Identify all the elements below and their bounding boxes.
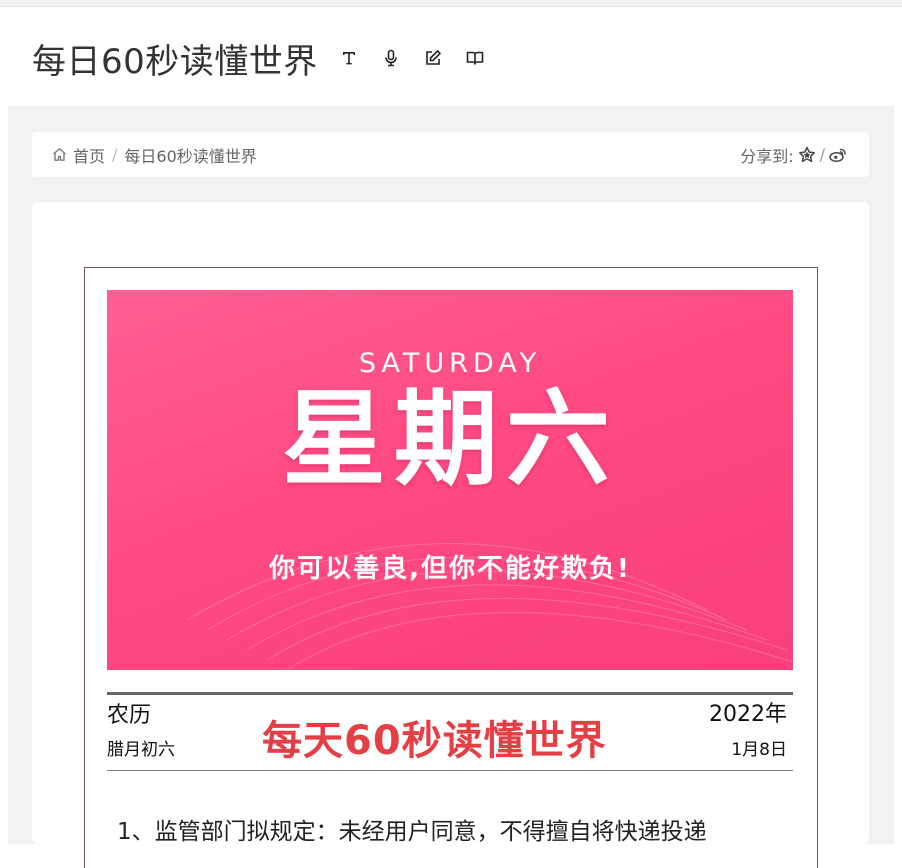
- day-banner: SATURDAY 星期六 你可以善良,但你不能好欺负!: [107, 290, 793, 670]
- book-icon[interactable]: [466, 49, 484, 67]
- lunar-label: 农历: [107, 703, 152, 728]
- breadcrumb-bar: 首页 / 每日60秒读懂世界 分享到: /: [32, 132, 869, 177]
- share-label: 分享到:: [740, 146, 794, 166]
- weibo-icon[interactable]: [829, 146, 847, 164]
- edit-icon[interactable]: [424, 49, 442, 67]
- banner-chinese-day: 星期六: [281, 377, 618, 500]
- masthead-brand: 每天60秒读懂世界: [262, 718, 607, 764]
- star-icon[interactable]: [798, 146, 816, 164]
- text-size-icon[interactable]: [340, 49, 358, 67]
- masthead-top-rule: [107, 692, 793, 695]
- share-separator: /: [819, 145, 825, 164]
- masthead-bottom-rule: [107, 770, 793, 771]
- lunar-date: 腊月初六: [107, 740, 175, 760]
- page-title: 每日60秒读懂世界: [32, 41, 318, 82]
- banner-english-day: SATURDAY: [358, 348, 542, 379]
- reading-tools: [340, 49, 484, 67]
- breadcrumb-separator: /: [112, 145, 118, 164]
- home-icon[interactable]: [52, 147, 67, 162]
- top-bar: [0, 0, 902, 7]
- news-item: 1、监管部门拟规定：未经用户同意，不得擅自将快递投递: [117, 819, 707, 845]
- title-row: 每日60秒读懂世界: [32, 34, 484, 82]
- breadcrumb: 首页 / 每日60秒读懂世界: [32, 143, 257, 167]
- share-bar: 分享到: /: [740, 143, 869, 167]
- breadcrumb-home-link[interactable]: 首页: [73, 143, 105, 167]
- masthead-date: 1月8日: [731, 740, 787, 760]
- banner-motto: 你可以善良,但你不能好欺负!: [269, 554, 631, 584]
- masthead-year: 2022年: [709, 702, 787, 727]
- breadcrumb-current: 每日60秒读懂世界: [124, 146, 257, 166]
- microphone-icon[interactable]: [382, 49, 400, 67]
